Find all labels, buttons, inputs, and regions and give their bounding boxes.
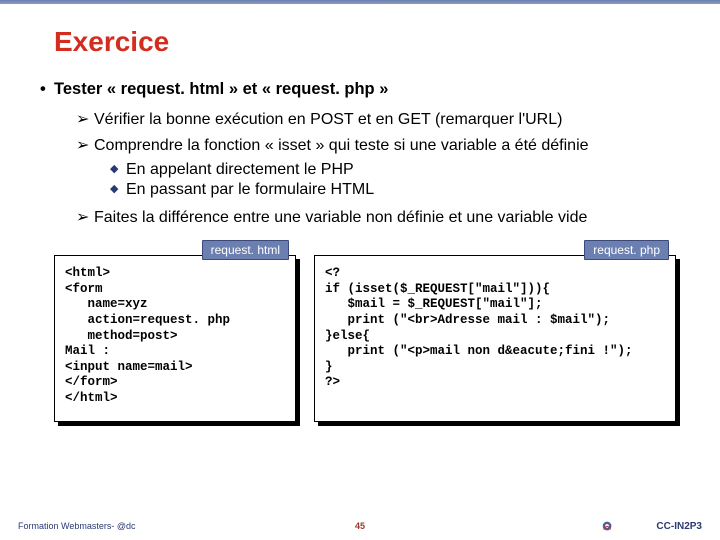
code-box-php: request. php <? if (isset($_REQUEST["mai… [314,255,676,422]
slide-title: Exercice [54,26,676,58]
bullet-3-text: Faites la différence entre une variable … [94,209,587,226]
bullet-main: •Tester « request. html » et « request. … [40,80,676,99]
code-tab-php: request. php [584,240,669,260]
bullet-3: ➢Faites la différence entre une variable… [76,207,676,227]
footer-left: Formation Webmasters- @dc [18,521,136,531]
bullet-2a-text: En appelant directement le PHP [126,161,354,178]
code-box-html: request. html <html> <form name=xyz acti… [54,255,296,422]
code-tab-html: request. html [202,240,289,260]
page-number: 45 [355,521,365,531]
bullet-2b: ◆En passant par le formulaire HTML [110,181,676,199]
bullet-1-text: Vérifier la bonne exécution en POST et e… [94,111,562,128]
footer-logo: CC-IN2P3 [601,518,702,534]
footer-logo-text: CC-IN2P3 [656,521,702,532]
bullet-2-text: Comprendre la fonction « isset » qui tes… [94,137,589,154]
bullet-2b-text: En passant par le formulaire HTML [126,181,374,198]
code-php: <? if (isset($_REQUEST["mail"])){ $mail … [325,266,665,391]
code-html: <html> <form name=xyz action=request. ph… [65,266,285,407]
bullet-1: ➢Vérifier la bonne exécution en POST et … [76,109,676,129]
bullet-2a: ◆En appelant directement le PHP [110,161,676,179]
bullet-main-text: Tester « request. html » et « request. p… [54,80,388,98]
bullet-2: ➢Comprendre la fonction « isset » qui te… [76,135,676,155]
